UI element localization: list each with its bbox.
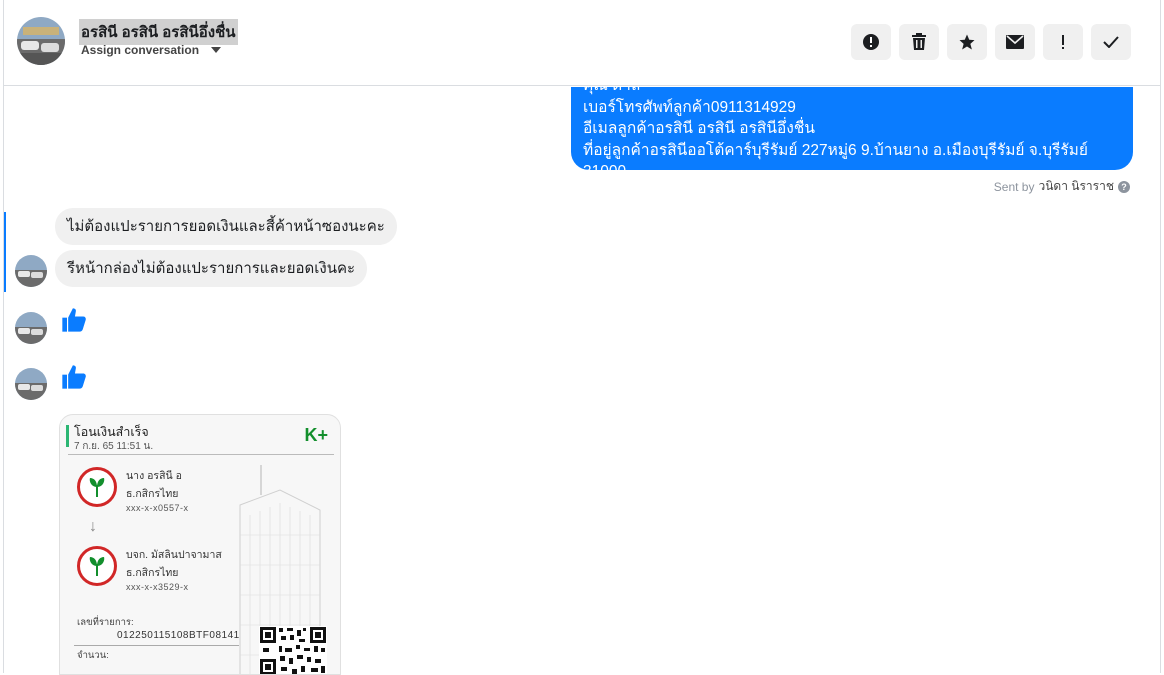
follow-up-button[interactable]	[947, 24, 987, 60]
reference-number: 012250115108BTF08141	[117, 630, 240, 641]
thumbs-up-icon[interactable]	[60, 363, 88, 391]
message-text: รีหน้ากล่องไม่ต้องแปะรายการและยอดเงินคะ	[67, 260, 356, 277]
amount-label: จำนวน:	[77, 650, 109, 661]
message-line: ที่อยู่ลูกค้าอรสินีออโต้คาร์บุรีรัมย์ 22…	[583, 141, 1088, 171]
sender-avatar[interactable]	[15, 255, 47, 287]
kbank-logo-icon	[77, 467, 117, 507]
kbank-logo-icon	[77, 546, 117, 586]
outgoing-message-bubble[interactable]: คุณ ตาล เบอร์โทรศัพท์ลูกค้า0911314929 อี…	[571, 87, 1133, 170]
check-icon	[1103, 36, 1119, 48]
sender-account: xxx-x-x0557-x	[126, 503, 189, 513]
spam-button[interactable]	[851, 24, 891, 60]
envelope-icon	[1006, 35, 1024, 49]
receipt-date: 7 ก.ย. 65 11:51 น.	[74, 441, 154, 452]
message-text: ไม่ต้องแปะรายการยอดเงินและสี้ค้าหน้าซองน…	[67, 218, 385, 235]
message-line: คุณ ตาล	[583, 87, 1121, 97]
conversation-actions	[851, 24, 1131, 60]
conversation-header: อรสินี อรสินี อรสินีอึ่งชื่น Assign conv…	[4, 0, 1160, 86]
contact-avatar[interactable]	[17, 17, 65, 65]
help-icon[interactable]: ?	[1118, 180, 1130, 193]
message-line: อีเมลลูกค้าอรสินี อรสินี อรสินีอึ่งชื่น	[583, 120, 815, 137]
sent-by-prefix: Sent by	[993, 179, 1035, 194]
receipt-accent-bar	[66, 425, 69, 447]
mark-unread-button[interactable]	[995, 24, 1035, 60]
message-line: เบอร์โทรศัพท์ลูกค้า0911314929	[583, 98, 796, 116]
contact-name[interactable]: อรสินี อรสินี อรสินีอึ่งชื่น	[79, 19, 238, 45]
caret-down-icon	[211, 47, 222, 53]
conversation-panel: อรสินี อรสินี อรสินีอึ่งชื่น Assign conv…	[3, 0, 1161, 675]
receipt-divider	[74, 645, 239, 646]
qr-code-icon	[259, 626, 327, 674]
receiver-bank: ธ.กสิกรไทย	[126, 567, 179, 579]
trash-icon	[912, 33, 926, 50]
reference-label: เลขที่รายการ:	[77, 617, 134, 628]
sender-avatar[interactable]	[15, 368, 47, 400]
receipt-divider	[68, 454, 334, 455]
transfer-receipt-image[interactable]: โอนเงินสำเร็จ 7 ก.ย. 65 11:51 น. K+ นาง …	[59, 414, 341, 675]
star-icon	[959, 34, 975, 50]
sent-by-label: Sent by วนิดา นิราราช ?	[994, 177, 1130, 196]
receiver-name: บจก. มัสลินปาจามาส	[126, 549, 222, 561]
assign-conversation-label: Assign conversation	[81, 43, 200, 57]
receiver-account: xxx-x-x3529-x	[126, 582, 189, 592]
important-button[interactable]	[1043, 24, 1083, 60]
sender-bank: ธ.กสิกรไทย	[126, 488, 179, 500]
assign-conversation-button[interactable]: Assign conversation	[81, 43, 222, 57]
exclamation-icon	[1062, 35, 1064, 49]
delete-button[interactable]	[899, 24, 939, 60]
incoming-message-bubble[interactable]: ไม่ต้องแปะรายการยอดเงินและสี้ค้าหน้าซองน…	[55, 208, 397, 245]
unread-indicator	[4, 212, 6, 292]
sender-name: นาง อรสินี อ	[126, 470, 182, 482]
mark-done-button[interactable]	[1091, 24, 1131, 60]
incoming-message-bubble[interactable]: รีหน้ากล่องไม่ต้องแปะรายการและยอดเงินคะ	[55, 250, 368, 287]
sender-avatar[interactable]	[15, 312, 47, 344]
thumbs-up-icon[interactable]	[60, 306, 88, 334]
sent-by-name[interactable]: วนิดา นิราราช	[1038, 177, 1114, 196]
transfer-arrow-icon: ↓	[89, 518, 97, 535]
alert-circle-icon	[863, 34, 879, 50]
kplus-logo: K+	[304, 425, 328, 445]
